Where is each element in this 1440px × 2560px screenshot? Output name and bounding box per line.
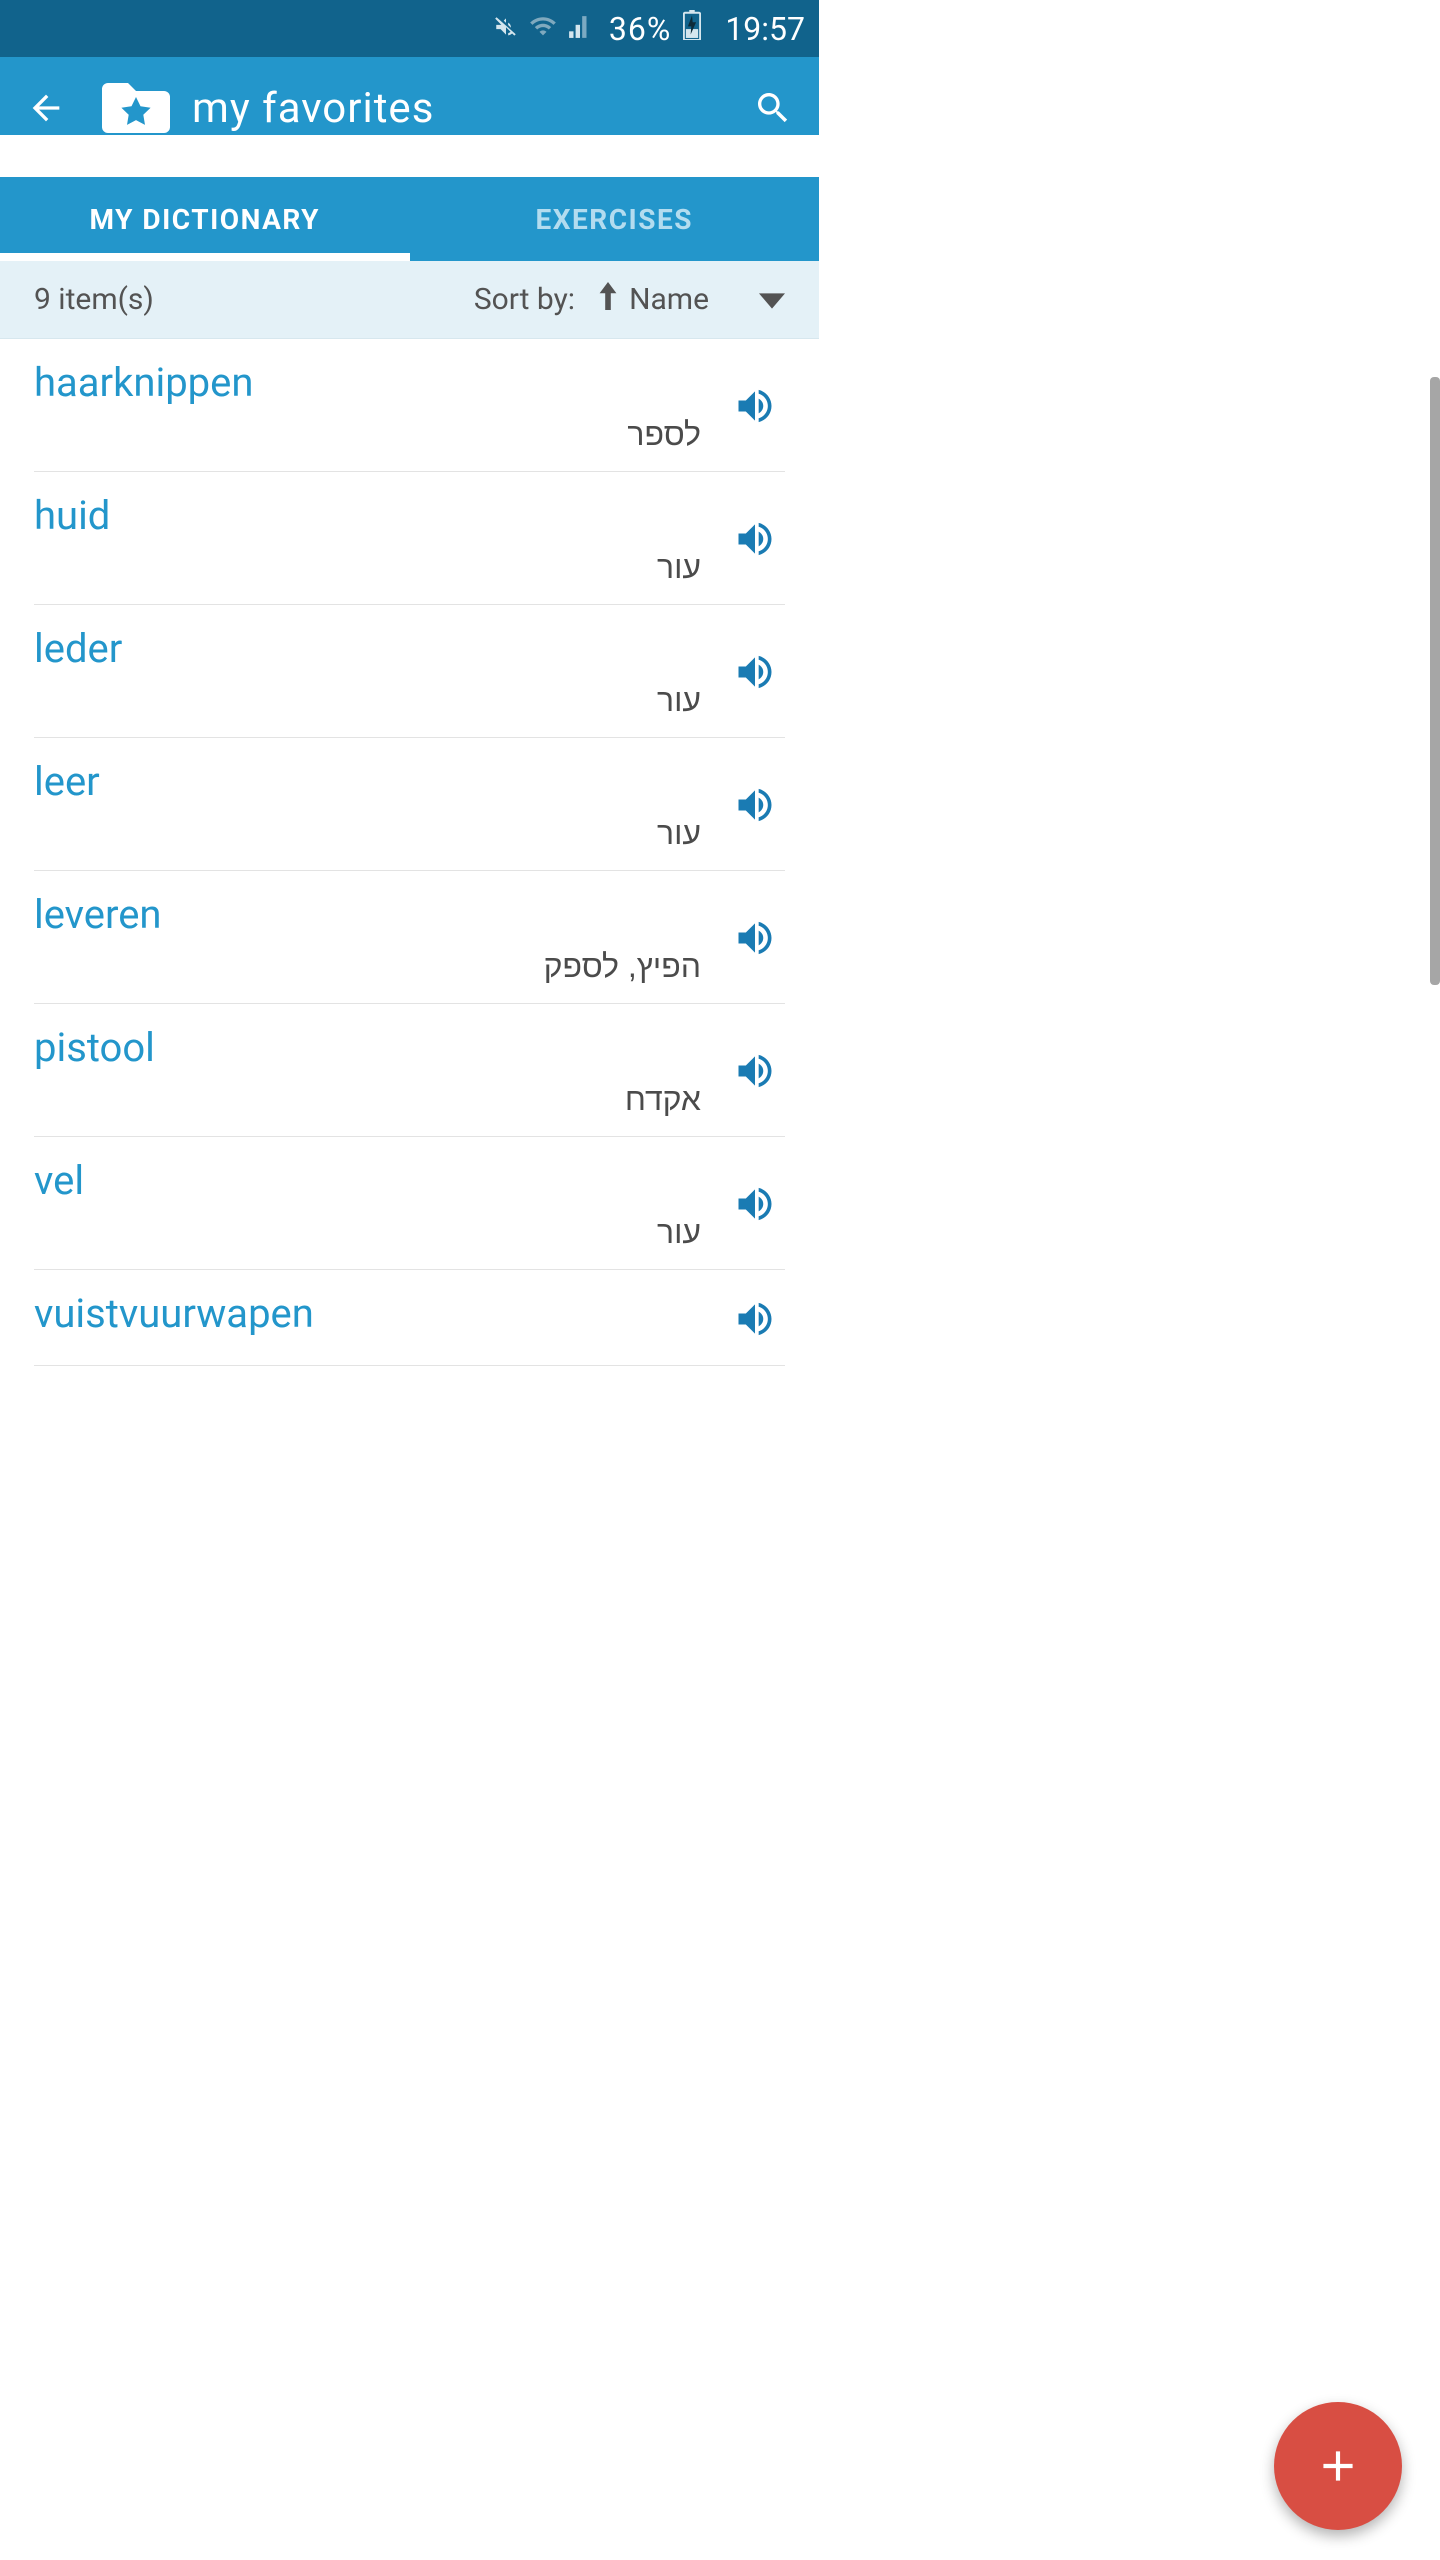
scrollbar[interactable] [1430,377,1440,985]
sort-by-label: Sort by: [474,282,575,317]
play-audio-button[interactable] [725,359,785,453]
play-audio-button[interactable] [725,1290,785,1347]
speaker-icon [733,1182,777,1226]
list-item[interactable]: leer עור [34,738,785,871]
term-text: leder [34,625,725,672]
list-item[interactable]: pistool אקדח [34,1004,785,1137]
translation-text: עור [34,682,725,719]
arrow-up-icon [599,282,617,318]
speaker-icon [733,916,777,960]
list-item[interactable]: huid עור [34,472,785,605]
status-bar: 36% 19:57 [0,0,819,57]
search-icon [753,88,793,128]
term-text: pistool [34,1024,725,1071]
status-icons: 36% 19:57 [493,10,805,48]
chevron-down-icon [759,282,785,317]
status-clock: 19:57 [725,10,805,48]
translation-text: אקדח [34,1081,725,1118]
list-item[interactable]: leveren הפיץ, לספק [34,871,785,1004]
battery-percent: 36% [609,10,671,48]
play-audio-button[interactable] [725,1024,785,1118]
fab-add-button[interactable] [1274,2402,1402,2530]
sort-bar: 9 item(s) Sort by: Name [0,261,819,339]
translation-text: עור [34,549,725,586]
translation-text: עור [34,1214,725,1251]
term-text: vel [34,1157,725,1204]
mute-icon [493,10,519,48]
tab-exercises[interactable]: EXERCISES [410,177,820,261]
tab-label: MY DICTIONARY [89,203,320,236]
sort-control[interactable]: Name [599,282,785,318]
speaker-icon [733,384,777,428]
term-text: huid [34,492,725,539]
list-item[interactable]: vel עור [34,1137,785,1270]
term-text: vuistvuurwapen [34,1290,725,1337]
item-count: 9 item(s) [34,282,474,317]
speaker-icon [733,1297,777,1341]
folder-favorite-icon [102,81,170,135]
word-list[interactable]: haarknippen לספר huid עור leder עור leer עור lev… [0,339,819,1366]
list-item[interactable]: haarknippen לספר [34,339,785,472]
play-audio-button[interactable] [725,625,785,719]
translation-text: לספר [34,416,725,453]
list-item[interactable]: leder עור [34,605,785,738]
back-button[interactable] [22,84,70,132]
speaker-icon [733,1049,777,1093]
translation-text: הפיץ, לספק [34,948,725,985]
battery-charging-icon [683,10,701,48]
speaker-icon [733,517,777,561]
term-text: leer [34,758,725,805]
play-audio-button[interactable] [725,891,785,985]
translation-text: עור [34,815,725,852]
speaker-icon [733,783,777,827]
play-audio-button[interactable] [725,1157,785,1251]
page-title: my favorites [192,84,749,133]
list-item[interactable]: vuistvuurwapen [34,1270,785,1366]
tab-label: EXERCISES [536,203,693,236]
play-audio-button[interactable] [725,758,785,852]
term-text: leveren [34,891,725,938]
tab-my-dictionary[interactable]: MY DICTIONARY [0,177,410,261]
play-audio-button[interactable] [725,492,785,586]
signal-icon [567,10,593,48]
plus-icon [1313,2441,1363,2491]
search-button[interactable] [749,84,797,132]
speaker-icon [733,650,777,694]
term-text: haarknippen [34,359,725,406]
app-bar: my favorites [0,57,819,135]
arrow-left-icon [26,88,66,128]
sort-value: Name [629,282,709,317]
wifi-icon [529,10,557,48]
tabs: MY DICTIONARY EXERCISES [0,177,819,261]
